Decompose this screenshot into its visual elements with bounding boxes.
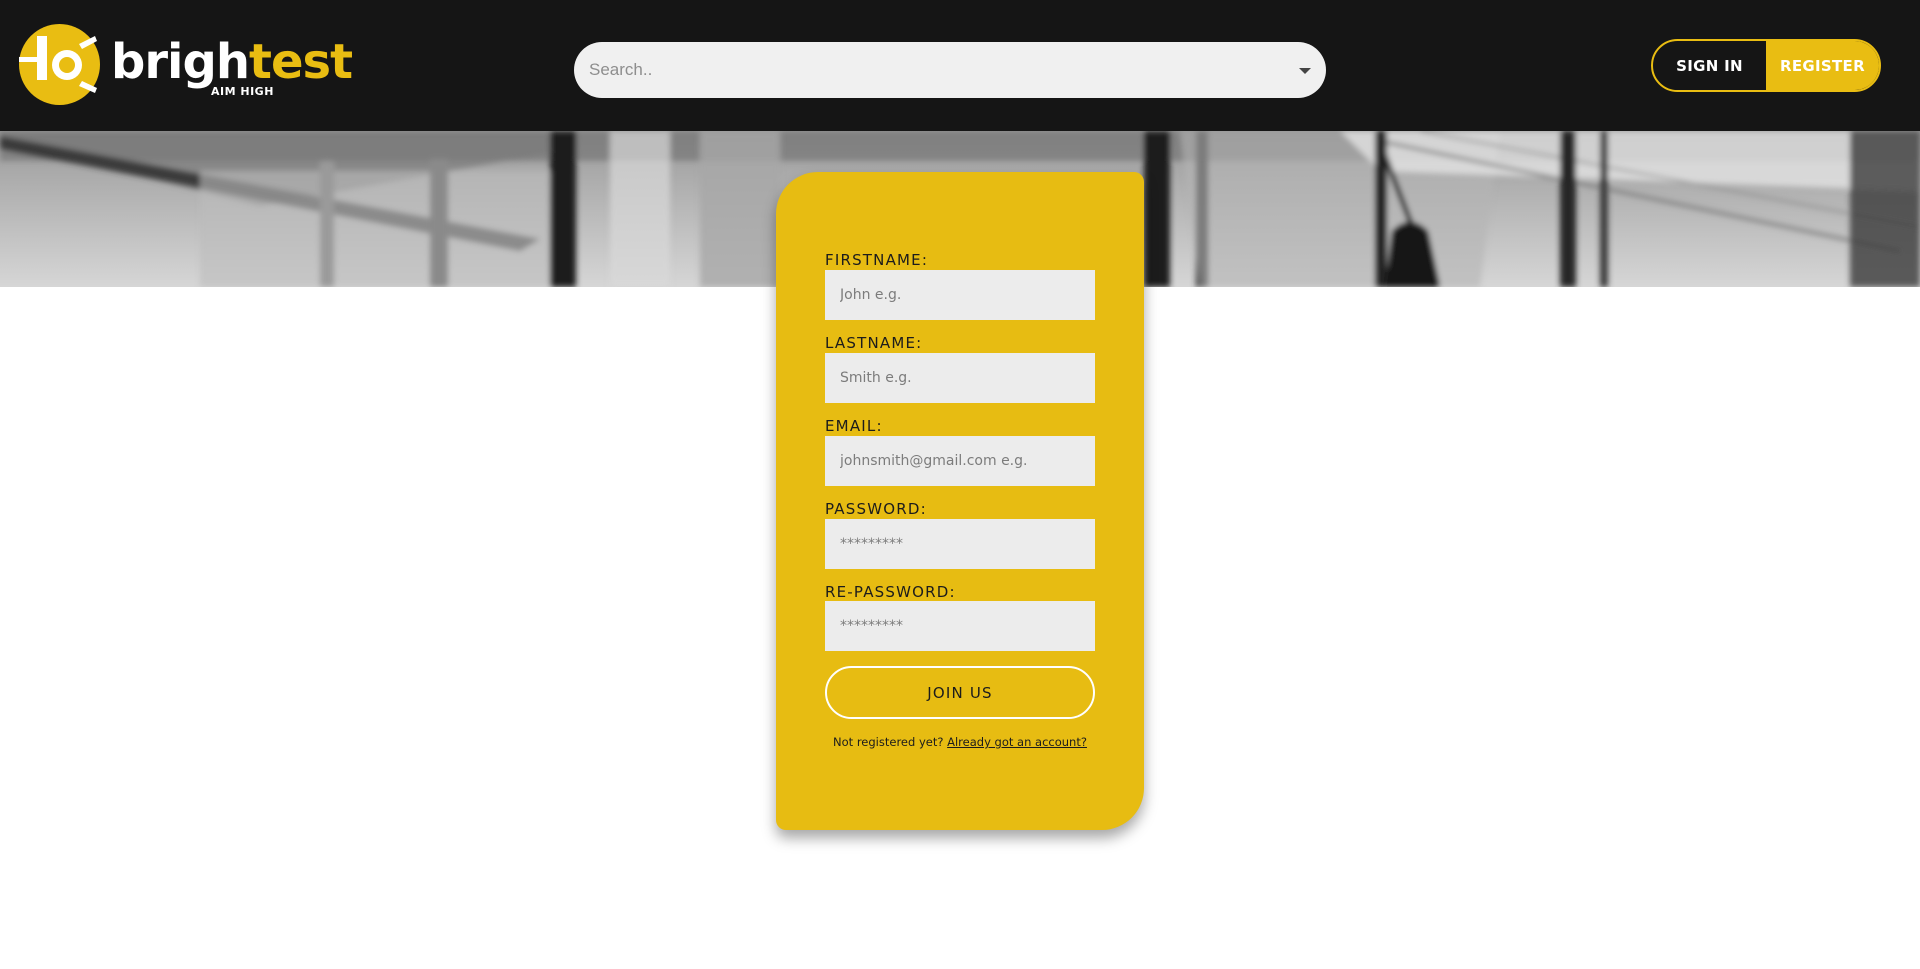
firstname-label: FIRSTNAME: [825,251,929,269]
sign-in-button[interactable]: SIGN IN [1653,41,1766,90]
search-input[interactable] [589,42,1269,98]
already-have-account-link[interactable]: Already got an account? [947,735,1087,749]
password-label: PASSWORD: [825,500,927,518]
brightest-logo[interactable]: brightest AIM HIGH [19,24,353,108]
lastname-label: LASTNAME: [825,334,923,352]
password-field[interactable] [825,519,1095,569]
search-bar[interactable] [574,42,1326,98]
logo-mark-icon [19,24,100,105]
firstname-field[interactable] [825,270,1095,320]
email-field[interactable] [825,436,1095,486]
signin-prompt-text: Not registered yet? [833,735,948,749]
top-header: brightest AIM HIGH SIGN IN REGISTER [0,0,1920,131]
logo-tagline: AIM HIGH [211,85,274,98]
logo-wordmark: brightest [111,34,353,90]
repassword-field[interactable] [825,601,1095,651]
lastname-field[interactable] [825,353,1095,403]
register-button[interactable]: REGISTER [1766,41,1879,90]
auth-buttons: SIGN IN REGISTER [1651,39,1881,92]
join-us-button[interactable]: JOIN US [825,666,1095,719]
repassword-label: RE-PASSWORD: [825,583,956,601]
signin-prompt: Not registered yet? Already got an accou… [776,735,1144,749]
email-label: EMAIL: [825,417,883,435]
register-card: FIRSTNAME: LASTNAME: EMAIL: PASSWORD: RE… [776,172,1144,830]
chevron-down-icon[interactable] [1299,68,1311,74]
